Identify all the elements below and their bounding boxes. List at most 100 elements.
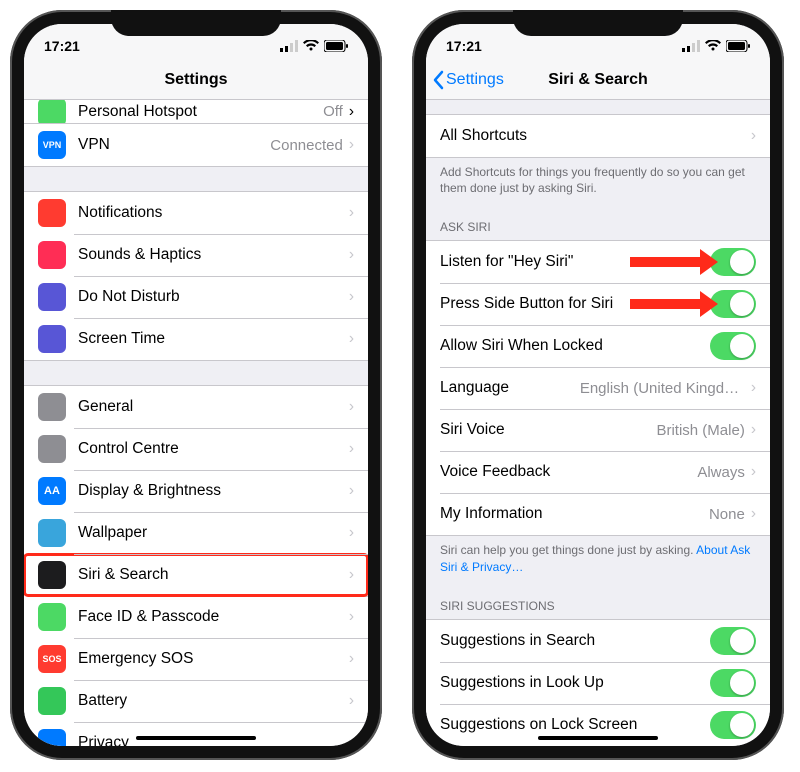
row-wallpaper[interactable]: Wallpaper›	[24, 512, 368, 554]
row-siri-voice[interactable]: Siri VoiceBritish (Male) ›	[426, 409, 770, 451]
status-indicators	[682, 40, 750, 52]
control-centre-icon	[38, 435, 66, 463]
row-label: My Information	[440, 505, 709, 523]
row-label: Suggestions in Search	[440, 632, 710, 650]
row-value: British (Male)	[656, 422, 744, 439]
ask-siri-footer: Siri can help you get things done just b…	[426, 536, 770, 584]
toggle-suggestions-on-lock-screen[interactable]	[710, 711, 756, 739]
row-label: General	[78, 398, 349, 416]
row-label: Press Side Button for Siri	[440, 295, 710, 313]
row-voice-feedback[interactable]: Voice FeedbackAlways›	[426, 451, 770, 493]
group-ask-siri: Listen for "Hey Siri" Press Side Button f…	[426, 240, 770, 536]
sounds-haptics-icon	[38, 241, 66, 269]
do-not-disturb-icon	[38, 283, 66, 311]
chevron-right-icon: ›	[349, 650, 354, 668]
settings-list[interactable]: Personal Hotspot Off › VPNVPNConnected› …	[24, 100, 368, 746]
vpn-icon: VPN	[38, 131, 66, 159]
notifications-icon	[38, 199, 66, 227]
privacy-icon	[38, 729, 66, 746]
row-label: Notifications	[78, 204, 349, 222]
row-privacy[interactable]: Privacy›	[24, 722, 368, 746]
chevron-right-icon: ›	[349, 398, 354, 416]
row-label: Suggestions in Look Up	[440, 674, 710, 692]
siri-search-icon	[38, 561, 66, 589]
chevron-right-icon: ›	[349, 136, 354, 154]
row-my-information[interactable]: My InformationNone ›	[426, 493, 770, 535]
row-label: Siri & Search	[78, 566, 349, 584]
toggle-suggestions-in-search[interactable]	[710, 627, 756, 655]
chevron-right-icon: ›	[349, 246, 354, 264]
toggle-press-side-button-for-siri[interactable]	[710, 290, 756, 318]
row-value: Connected	[270, 137, 343, 154]
group-shortcuts: All Shortcuts ›	[426, 114, 770, 158]
row-label: Screen Time	[78, 330, 349, 348]
row-siri-search[interactable]: Siri & Search›	[24, 554, 368, 596]
back-button[interactable]: Settings	[432, 60, 504, 99]
siri-settings-list[interactable]: All Shortcuts › Add Shortcuts for things…	[426, 100, 770, 746]
ask-siri-header: ASK SIRI	[426, 206, 770, 240]
wifi-icon	[705, 40, 721, 52]
cellular-icon	[682, 40, 700, 52]
shortcuts-footer: Add Shortcuts for things you frequently …	[426, 158, 770, 206]
row-general[interactable]: General›	[24, 386, 368, 428]
row-allow-siri-when-locked[interactable]: Allow Siri When Locked	[426, 325, 770, 367]
row-control-centre[interactable]: Control Centre›	[24, 428, 368, 470]
home-indicator[interactable]	[538, 736, 658, 740]
row-label: Siri Voice	[440, 421, 656, 439]
status-time: 17:21	[44, 38, 80, 54]
row-language[interactable]: LanguageEnglish (United Kingdom)›	[426, 367, 770, 409]
toggle-listen-for-hey-siri[interactable]	[710, 248, 756, 276]
emergency-sos-icon: SOS	[38, 645, 66, 673]
row-face-id-passcode[interactable]: Face ID & Passcode›	[24, 596, 368, 638]
row-value: None	[709, 506, 745, 523]
chevron-right-icon: ›	[349, 288, 354, 306]
row-label: Wallpaper	[78, 524, 349, 542]
row-suggestions-in-look-up[interactable]: Suggestions in Look Up	[426, 662, 770, 704]
siri-suggestions-header: SIRI SUGGESTIONS	[426, 585, 770, 619]
row-label: Voice Feedback	[440, 463, 697, 481]
toggle-allow-siri-when-locked[interactable]	[710, 332, 756, 360]
battery-icon	[38, 687, 66, 715]
phone-left: 17:21 Settings Personal Hotspot Off › VP…	[10, 10, 382, 760]
chevron-right-icon: ›	[349, 734, 354, 746]
row-label: Allow Siri When Locked	[440, 337, 710, 355]
row-suggestions-in-search[interactable]: Suggestions in Search	[426, 620, 770, 662]
row-all-shortcuts[interactable]: All Shortcuts ›	[426, 115, 770, 157]
notch	[111, 10, 281, 36]
row-label: Control Centre	[78, 440, 349, 458]
row-display-brightness[interactable]: AADisplay & Brightness›	[24, 470, 368, 512]
chevron-right-icon: ›	[349, 330, 354, 348]
toggle-suggestions-in-look-up[interactable]	[710, 669, 756, 697]
row-listen-for-hey-siri[interactable]: Listen for "Hey Siri"	[426, 241, 770, 283]
row-do-not-disturb[interactable]: Do Not Disturb›	[24, 276, 368, 318]
row-notifications[interactable]: Notifications›	[24, 192, 368, 234]
nav-bar: Settings Siri & Search	[426, 60, 770, 100]
chevron-right-icon: ›	[751, 421, 756, 439]
home-indicator[interactable]	[136, 736, 256, 740]
row-personal-hotspot[interactable]: Personal Hotspot Off ›	[24, 100, 368, 124]
cellular-icon	[280, 40, 298, 52]
group-network: VPNVPNConnected›	[24, 124, 368, 167]
row-screen-time[interactable]: Screen Time›	[24, 318, 368, 360]
wallpaper-icon	[38, 519, 66, 547]
chevron-right-icon: ›	[751, 505, 756, 523]
row-label: Sounds & Haptics	[78, 246, 349, 264]
row-sounds-haptics[interactable]: Sounds & Haptics›	[24, 234, 368, 276]
row-battery[interactable]: Battery›	[24, 680, 368, 722]
chevron-right-icon: ›	[349, 524, 354, 542]
row-label: Display & Brightness	[78, 482, 349, 500]
row-press-side-button-for-siri[interactable]: Press Side Button for Siri	[426, 283, 770, 325]
group-general: General›Control Centre›AADisplay & Brigh…	[24, 385, 368, 746]
screen-time-icon	[38, 325, 66, 353]
row-vpn[interactable]: VPNVPNConnected›	[24, 124, 368, 166]
row-label: VPN	[78, 136, 270, 154]
display-brightness-icon: AA	[38, 477, 66, 505]
row-label: Emergency SOS	[78, 650, 349, 668]
battery-icon	[726, 40, 750, 52]
row-label: Listen for "Hey Siri"	[440, 253, 710, 271]
group-siri-suggestions: Suggestions in Search Suggestions in Look…	[426, 619, 770, 746]
chevron-right-icon: ›	[349, 103, 354, 121]
row-emergency-sos[interactable]: SOS Emergency SOS›	[24, 638, 368, 680]
footer-text: Siri can help you get things done just b…	[440, 543, 696, 557]
general-icon	[38, 393, 66, 421]
